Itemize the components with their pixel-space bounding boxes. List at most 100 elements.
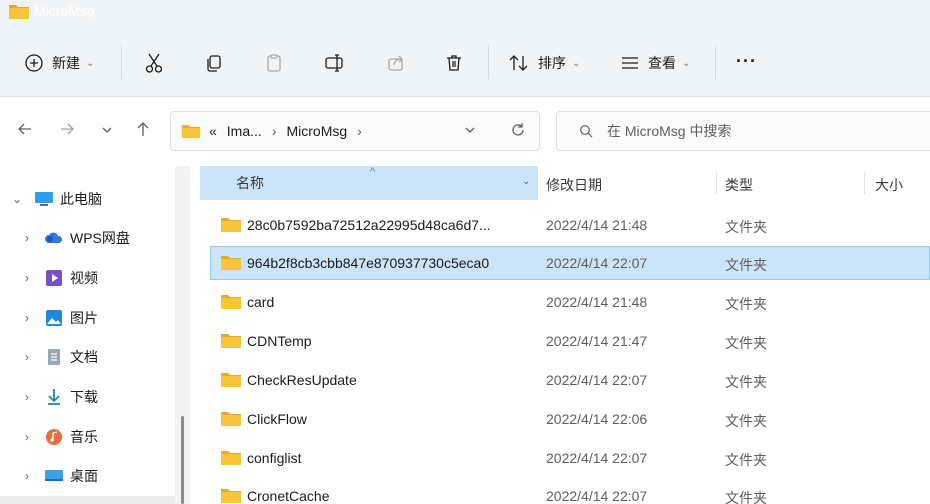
toolbar-divider: [715, 45, 716, 79]
sort-button[interactable]: 排序 ⌄: [508, 51, 580, 75]
search-icon: [580, 125, 593, 138]
breadcrumb-overflow[interactable]: «: [209, 123, 217, 139]
table-row[interactable]: configlist 2022/4/14 22:07 文件夹: [210, 441, 930, 475]
folder-icon: [221, 256, 241, 270]
chevron-right-icon[interactable]: ›: [20, 271, 34, 285]
breadcrumb-item-parent[interactable]: Ima...: [227, 123, 262, 139]
sidebar-item-videos[interactable]: › 视频: [0, 261, 175, 295]
chevron-right-icon[interactable]: ›: [20, 390, 34, 404]
file-date: 2022/4/14 21:48: [546, 217, 648, 233]
file-name: 28c0b7592ba72512a22995d48ca6d7...: [247, 217, 491, 233]
copy-button[interactable]: [204, 51, 224, 75]
folder-icon: [221, 218, 241, 232]
file-date: 2022/4/14 22:07: [546, 372, 648, 388]
folder-icon: [181, 125, 201, 138]
refresh-button[interactable]: [509, 121, 527, 142]
clipboard-icon: [267, 54, 281, 72]
file-date: 2022/4/14 22:06: [546, 411, 648, 427]
share-icon: [388, 55, 403, 71]
arrow-right-icon: [61, 123, 74, 135]
file-type: 文件夹: [725, 490, 767, 504]
table-row[interactable]: 28c0b7592ba72512a22995d48ca6d7... 2022/4…: [210, 208, 930, 242]
chevron-right-icon[interactable]: ›: [20, 350, 34, 364]
chevron-right-icon[interactable]: ›: [20, 231, 34, 245]
address-history-chevron-icon[interactable]: [463, 124, 477, 139]
table-row-selected[interactable]: 964b2f8cb3cbb847e870937730c5eca0 2022/4/…: [210, 246, 930, 280]
sidebar-item-label: WPS网盘: [70, 230, 130, 246]
plus-circle-icon: [25, 54, 43, 72]
sidebar-item-music[interactable]: › 音乐: [0, 420, 175, 454]
file-name: configlist: [247, 450, 302, 466]
trash-icon: [447, 55, 461, 71]
sidebar-item-label: 下载: [70, 389, 98, 405]
file-type: 文件夹: [725, 374, 767, 390]
scrollbar-thumb[interactable]: [181, 416, 184, 504]
recent-locations-button[interactable]: [100, 123, 114, 139]
delete-button[interactable]: [444, 51, 464, 75]
column-header-type[interactable]: 类型: [725, 175, 753, 195]
column-header-row: 名称 ^ ⌄ 修改日期 类型 大小: [200, 166, 930, 200]
back-button[interactable]: [16, 120, 34, 141]
file-name: CronetCache: [247, 488, 330, 504]
command-bar: 新建 ⌄ 排序 ⌄ 查看 ⌄ ···: [0, 30, 930, 96]
table-row[interactable]: CDNTemp 2022/4/14 21:47 文件夹: [210, 324, 930, 358]
sidebar-item-label: 此电脑: [60, 191, 102, 207]
table-row[interactable]: CronetCache 2022/4/14 22:07 文件夹: [210, 479, 930, 504]
share-button[interactable]: [386, 51, 406, 75]
sidebar-item-downloads[interactable]: › 下载: [0, 380, 175, 414]
address-bar[interactable]: « Ima... › MicroMsg ›: [170, 111, 540, 151]
folder-icon: [9, 5, 29, 19]
table-row[interactable]: CheckResUpdate 2022/4/14 22:07 文件夹: [210, 363, 930, 397]
arrow-up-icon: [137, 122, 149, 136]
column-divider[interactable]: [864, 172, 865, 194]
file-date: 2022/4/14 21:47: [546, 333, 648, 349]
sidebar-item-wps-drive[interactable]: › WPS网盘: [0, 221, 175, 255]
view-list-icon: [622, 57, 638, 69]
more-options-button[interactable]: ···: [736, 51, 757, 72]
file-date: 2022/4/14 22:07: [546, 450, 648, 466]
column-header-modified[interactable]: 修改日期: [546, 175, 602, 195]
file-type: 文件夹: [725, 257, 767, 273]
folder-icon: [221, 451, 241, 465]
search-box[interactable]: 在 MicroMsg 中搜索: [556, 111, 930, 151]
breadcrumb: « Ima... › MicroMsg ›: [209, 123, 372, 139]
breadcrumb-separator-icon: ›: [357, 123, 362, 139]
file-list: 名称 ^ ⌄ 修改日期 类型 大小 28c0b7592ba72512a22995…: [190, 166, 930, 504]
file-type: 文件夹: [725, 219, 767, 235]
sidebar-item-label: 文档: [70, 349, 98, 365]
rename-button[interactable]: [324, 51, 346, 75]
sidebar-item-this-pc[interactable]: ⌄ 此电脑: [0, 182, 175, 216]
chevron-right-icon[interactable]: ›: [20, 311, 34, 325]
chevron-down-icon[interactable]: ⌄: [522, 176, 530, 187]
forward-button[interactable]: [58, 120, 76, 141]
sort-icon: [509, 55, 528, 71]
sidebar-item-pictures[interactable]: › 图片: [0, 301, 175, 335]
file-date: 2022/4/14 22:07: [546, 488, 648, 504]
navigation-pane-scrollbar[interactable]: [175, 166, 190, 504]
column-header-name[interactable]: 名称: [200, 166, 538, 200]
sort-ascending-icon: ^: [370, 166, 376, 178]
file-name: ClickFlow: [247, 411, 307, 427]
file-date: 2022/4/14 22:07: [546, 255, 648, 271]
paste-button[interactable]: [264, 51, 284, 75]
sidebar-item-desktop[interactable]: › 桌面: [0, 459, 175, 493]
breadcrumb-item-current[interactable]: MicroMsg: [286, 123, 347, 139]
table-row[interactable]: card 2022/4/14 21:48 文件夹: [210, 285, 930, 319]
sidebar-highlight: [0, 496, 175, 504]
breadcrumb-separator-icon: ›: [271, 123, 277, 139]
cut-button[interactable]: [144, 51, 164, 75]
column-divider[interactable]: [716, 172, 717, 194]
view-button[interactable]: 查看 ⌄: [620, 51, 690, 75]
new-button[interactable]: 新建 ⌄: [24, 51, 94, 75]
view-button-label: 查看: [648, 55, 676, 71]
sidebar-item-documents[interactable]: › 文档: [0, 340, 175, 374]
chevron-down-icon[interactable]: ⌄: [10, 192, 24, 206]
table-row[interactable]: ClickFlow 2022/4/14 22:06 文件夹: [210, 402, 930, 436]
column-header-size[interactable]: 大小: [875, 175, 903, 195]
folder-icon: [221, 295, 241, 309]
up-button[interactable]: [134, 120, 152, 141]
chevron-right-icon[interactable]: ›: [20, 469, 34, 483]
chevron-down-icon: [102, 127, 112, 133]
chevron-right-icon[interactable]: ›: [20, 430, 34, 444]
chevron-down-icon: ⌄: [86, 57, 95, 69]
